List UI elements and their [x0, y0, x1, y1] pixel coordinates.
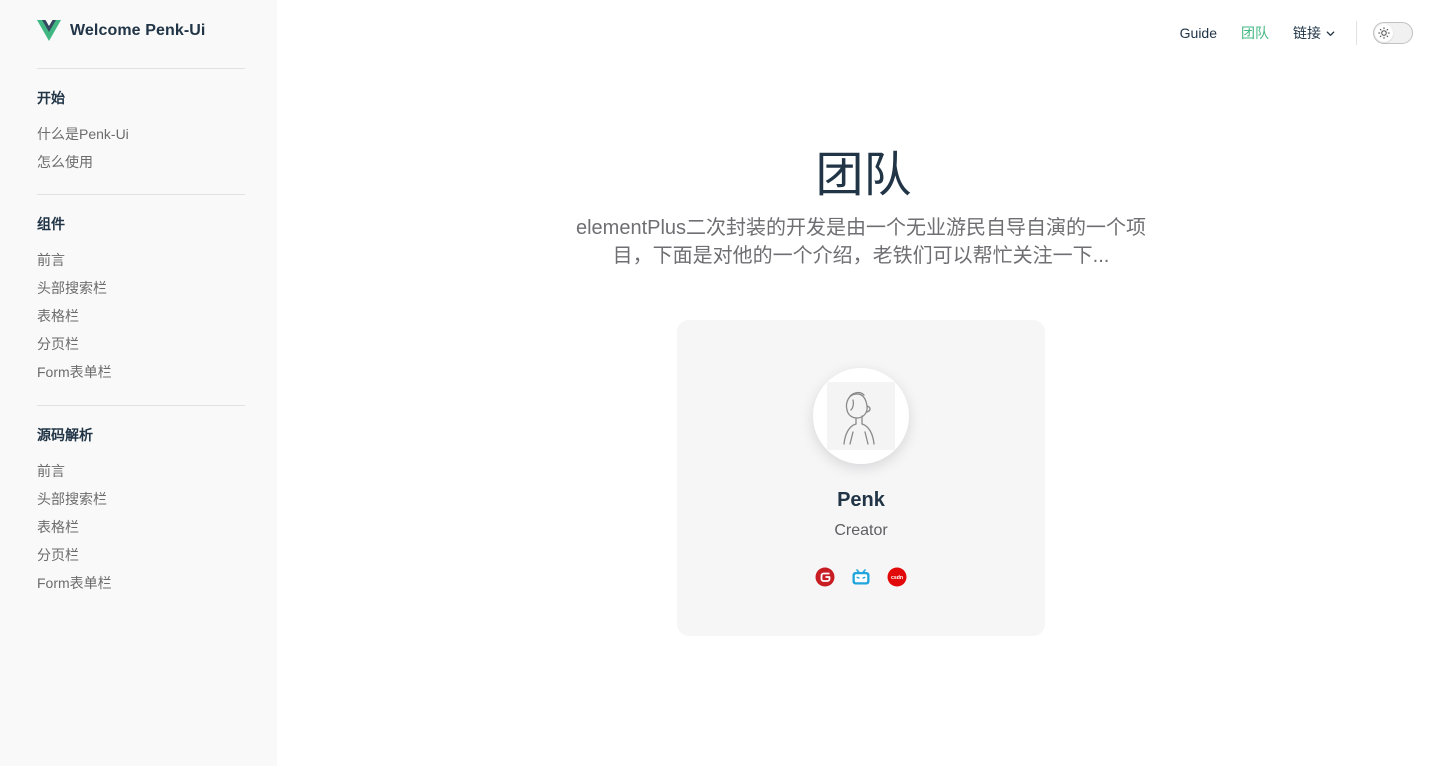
sidebar-item-what-is[interactable]: 什么是Penk-Ui — [37, 120, 245, 148]
bilibili-icon — [852, 569, 870, 585]
sidebar-item-source-pagination[interactable]: 分页栏 — [37, 541, 245, 569]
sidebar-item-source-preface[interactable]: 前言 — [37, 457, 245, 485]
nav-link-team[interactable]: 团队 — [1241, 0, 1269, 66]
member-social-links: csdn — [677, 567, 1045, 587]
page-title: 团队 — [815, 149, 912, 202]
sidebar-item-pagination[interactable]: 分页栏 — [37, 330, 245, 358]
gitee-icon — [815, 567, 835, 587]
nav-divider — [1356, 21, 1357, 45]
sidebar-group-title: 开始 — [37, 90, 65, 106]
sidebar-item-preface[interactable]: 前言 — [37, 246, 245, 274]
sidebar-item-how-to-use[interactable]: 怎么使用 — [37, 148, 245, 176]
member-role: Creator — [834, 522, 888, 539]
vue-logo-icon — [37, 20, 61, 41]
theme-toggle[interactable] — [1373, 22, 1413, 44]
sidebar-item-source-table[interactable]: 表格栏 — [37, 513, 245, 541]
sidebar-group-title: 源码解析 — [37, 427, 93, 443]
sidebar: Welcome Penk-Ui 开始 什么是Penk-Ui 怎么使用 组件 前言… — [0, 0, 277, 766]
sidebar-item-form[interactable]: Form表单栏 — [37, 358, 245, 386]
csdn-link[interactable]: csdn — [887, 567, 907, 587]
sidebar-item-header-search[interactable]: 头部搜索栏 — [37, 274, 245, 302]
sun-icon — [1378, 27, 1390, 39]
avatar — [813, 368, 909, 464]
svg-text:csdn: csdn — [891, 575, 903, 581]
sidebar-item-table[interactable]: 表格栏 — [37, 302, 245, 330]
csdn-icon: csdn — [887, 567, 907, 587]
member-card: Penk Creator csdn — [677, 320, 1045, 636]
top-nav: Guide 团队 链接 — [1180, 0, 1450, 66]
nav-dropdown-label: 链接 — [1293, 25, 1321, 41]
brand-link[interactable]: Welcome Penk-Ui — [37, 20, 205, 42]
sidebar-group-source: 源码解析 前言 头部搜索栏 表格栏 分页栏 Form表单栏 — [37, 405, 245, 597]
sidebar-item-source-form[interactable]: Form表单栏 — [37, 569, 245, 597]
brand-title: Welcome Penk-Ui — [70, 22, 206, 39]
theme-toggle-knob — [1375, 24, 1393, 42]
member-name: Penk — [837, 489, 885, 511]
nav-link-guide[interactable]: Guide — [1180, 0, 1217, 66]
bilibili-link[interactable] — [851, 567, 871, 587]
page-description: elementPlus二次封装的开发是由一个无业游民自导自演的一个项目，下面是对… — [575, 217, 1147, 267]
sidebar-group-title: 组件 — [37, 216, 65, 232]
gitee-link[interactable] — [815, 567, 835, 587]
chevron-down-icon — [1326, 30, 1335, 36]
avatar-sketch-icon — [827, 382, 895, 450]
sidebar-group-components: 组件 前言 头部搜索栏 表格栏 分页栏 Form表单栏 — [37, 194, 245, 386]
nav-dropdown-links[interactable]: 链接 — [1293, 23, 1336, 43]
sidebar-group-start: 开始 什么是Penk-Ui 怎么使用 — [37, 68, 245, 176]
sidebar-item-source-header-search[interactable]: 头部搜索栏 — [37, 485, 245, 513]
